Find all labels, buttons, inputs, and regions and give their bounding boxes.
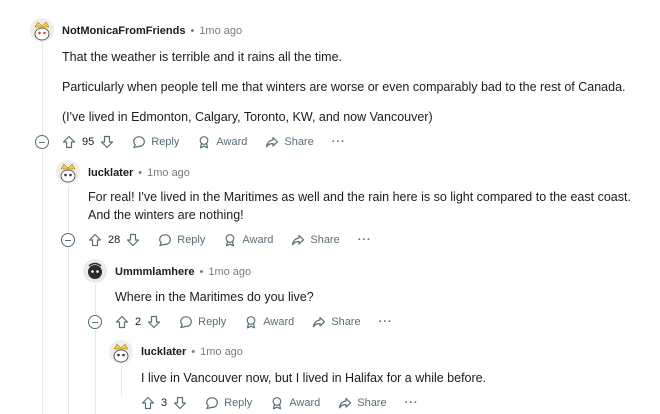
share-button[interactable]: Share [312, 315, 361, 329]
vote-group: 2 [115, 315, 161, 329]
share-label: Share [284, 136, 314, 148]
share-label: Share [357, 397, 387, 409]
collapse-button[interactable] [35, 135, 49, 149]
comment-paragraph: I live in Vancouver now, but I lived in … [141, 371, 487, 385]
comment-paragraph: That the weather is terrible and it rain… [62, 50, 342, 64]
more-options-icon[interactable]: ··· [405, 397, 419, 409]
share-icon [292, 234, 305, 246]
author-name[interactable]: Ummmlamhere [115, 266, 194, 278]
award-button[interactable]: Award [244, 315, 294, 329]
reply-icon [206, 397, 219, 410]
meta-separator: • [138, 167, 143, 179]
award-icon [272, 397, 282, 410]
minus-icon [92, 321, 98, 323]
thread-line [95, 330, 96, 414]
share-button[interactable]: Share [338, 396, 387, 410]
comment-paragraph: Where in the Maritimes do you live? [115, 290, 314, 304]
timestamp[interactable]: 1mo ago [199, 25, 242, 37]
award-label: Award [216, 136, 248, 148]
reply-button[interactable]: Reply [132, 135, 179, 149]
timestamp[interactable]: 1mo ago [200, 346, 243, 358]
thread-line [68, 186, 69, 232]
snoo-avatar-icon [83, 259, 107, 283]
minus-icon [39, 141, 45, 143]
reply-button[interactable]: Reply [179, 315, 226, 329]
snoo-avatar-icon [30, 18, 54, 42]
collapse-button[interactable] [88, 315, 102, 329]
award-label: Award [263, 316, 295, 328]
comment-paragraph: (I've lived in Edmonton, Calgary, Toront… [62, 110, 433, 124]
reply-label: Reply [177, 234, 206, 246]
upvote-icon[interactable] [141, 396, 155, 410]
more-options-icon[interactable]: ··· [358, 234, 372, 246]
meta-separator: • [191, 346, 196, 358]
reply-label: Reply [198, 316, 227, 328]
vote-count: 95 [82, 136, 95, 148]
timestamp[interactable]: 1mo ago [208, 266, 251, 278]
share-label: Share [331, 316, 361, 328]
avatar[interactable] [109, 340, 133, 364]
award-label: Award [242, 234, 274, 246]
more-options-icon[interactable]: ··· [332, 136, 346, 148]
minus-icon [65, 239, 71, 241]
share-button[interactable]: Share [291, 233, 340, 247]
share-icon [313, 316, 326, 328]
thread-line [68, 248, 69, 414]
downvote-icon[interactable] [100, 135, 114, 149]
meta-separator: • [199, 266, 204, 278]
snoo-avatar-icon [109, 340, 133, 364]
share-icon [339, 397, 352, 409]
reply-label: Reply [151, 136, 180, 148]
timestamp[interactable]: 1mo ago [147, 167, 190, 179]
vote-group: 95 [62, 135, 114, 149]
reply-icon [180, 316, 193, 329]
collapse-button[interactable] [61, 233, 75, 247]
author-name[interactable]: lucklater [88, 167, 133, 179]
vote-count: 3 [161, 397, 168, 409]
vote-count: 28 [108, 234, 121, 246]
comment-paragraph: Particularly when people tell me that wi… [62, 80, 626, 94]
thread-line [42, 150, 43, 414]
avatar[interactable] [83, 259, 107, 283]
downvote-icon[interactable] [126, 233, 140, 247]
thread-line [95, 284, 96, 314]
avatar[interactable] [30, 18, 54, 42]
more-options-icon[interactable]: ··· [379, 316, 393, 328]
author-name[interactable]: NotMonicaFromFriends [62, 25, 185, 37]
vote-group: 28 [88, 233, 140, 247]
author-name[interactable]: lucklater [141, 346, 186, 358]
share-label: Share [310, 234, 340, 246]
comment-paragraph: For real! I've lived in the Maritimes as… [88, 190, 631, 222]
share-button[interactable]: Share [265, 135, 314, 149]
meta-separator: • [190, 25, 195, 37]
award-button[interactable]: Award [197, 135, 247, 149]
reply-icon [159, 234, 172, 247]
downvote-icon[interactable] [173, 396, 187, 410]
snoo-avatar-icon [56, 160, 80, 184]
reply-icon [133, 136, 146, 149]
thread-line [42, 40, 43, 136]
award-icon [225, 234, 235, 247]
avatar[interactable] [56, 160, 80, 184]
award-button[interactable]: Award [223, 233, 273, 247]
vote-count: 2 [135, 316, 142, 328]
reply-button[interactable]: Reply [205, 396, 252, 410]
downvote-icon[interactable] [147, 315, 161, 329]
thread-line [121, 366, 122, 396]
award-button[interactable]: Award [270, 396, 320, 410]
award-icon [246, 316, 256, 329]
reply-label: Reply [224, 397, 253, 409]
award-label: Award [289, 397, 321, 409]
award-icon [199, 136, 209, 149]
upvote-icon[interactable] [62, 135, 76, 149]
vote-group: 3 [141, 396, 187, 410]
upvote-icon[interactable] [88, 233, 102, 247]
upvote-icon[interactable] [115, 315, 129, 329]
share-icon [266, 136, 279, 148]
reply-button[interactable]: Reply [158, 233, 205, 247]
